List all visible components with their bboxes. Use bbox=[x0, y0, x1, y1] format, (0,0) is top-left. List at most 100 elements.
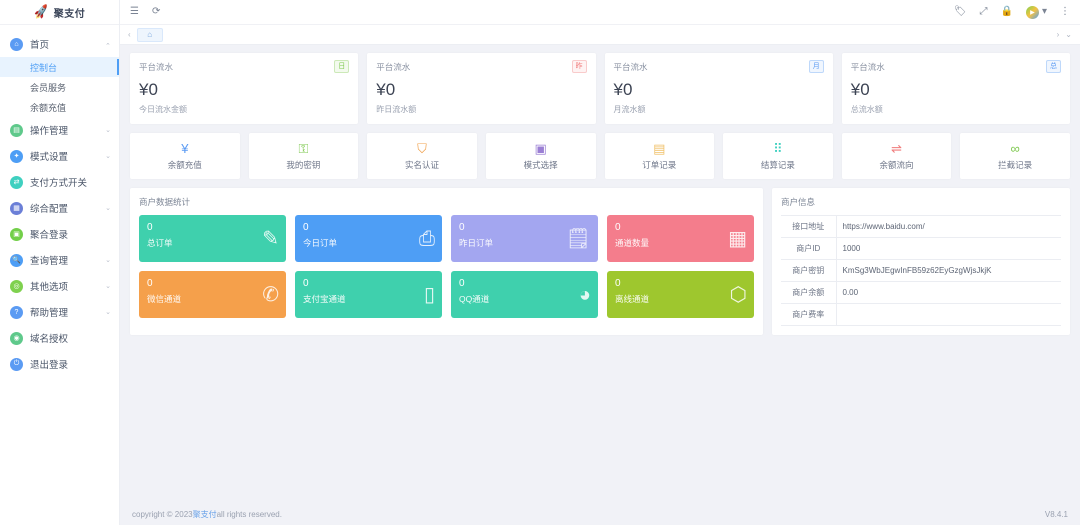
sidebar-item-label: 退出登录 bbox=[30, 357, 68, 371]
sidebar-subitem-0-0[interactable]: 控制台 bbox=[0, 57, 119, 77]
shortcut-label: 余额充值 bbox=[168, 159, 202, 171]
stat-tile[interactable]: 0今日订单⎙ bbox=[295, 215, 442, 262]
info-row-value: KmSg3WbJEgwInFB59z62EyGzgWjsJkjK bbox=[836, 260, 1061, 282]
merchant-stats-title: 商户数据统计 bbox=[139, 196, 754, 208]
sidebar-item-4[interactable]: ▦综合配置⌄ bbox=[0, 195, 119, 221]
rocket-icon: 🚀 bbox=[33, 5, 50, 19]
sidebar-item-label: 模式设置 bbox=[30, 149, 68, 163]
chevron-down-icon: ⌄ bbox=[105, 127, 111, 134]
key-icon: ⚿ bbox=[298, 142, 308, 155]
stat-tile-label: 离线通道 bbox=[615, 293, 746, 305]
shortcut-key[interactable]: ⚿ 我的密钥 bbox=[249, 133, 359, 179]
chevron-down-icon: ▾ bbox=[1042, 7, 1047, 17]
search-icon: 🔍 bbox=[10, 254, 23, 267]
stat-card: 平台流水昨¥0昨日流水额 bbox=[367, 53, 595, 124]
more-vertical-icon[interactable]: ⋮ bbox=[1060, 7, 1070, 17]
stat-card-header: 平台流水日 bbox=[139, 60, 349, 73]
home-icon: ⌂ bbox=[10, 38, 23, 51]
info-row-value: https://www.baidu.com/ bbox=[836, 216, 1061, 238]
stat-tile[interactable]: 0昨日订单🗒 bbox=[451, 215, 598, 262]
yen-circle-icon: ¥ bbox=[181, 142, 188, 155]
avatar: ▶ bbox=[1026, 6, 1039, 19]
sidebar-subitem-0-1[interactable]: 会员服务 bbox=[0, 77, 119, 97]
tag-icon[interactable]: 🏷 bbox=[954, 7, 967, 17]
merchant-info-table: 接口地址https://www.baidu.com/商户ID1000商户密钥Km… bbox=[781, 215, 1061, 326]
settings-icon: ▦ bbox=[10, 202, 23, 215]
stat-tile[interactable]: 0通道数量▦ bbox=[607, 215, 754, 262]
tab-home[interactable]: ⌂ bbox=[137, 28, 163, 42]
fullscreen-icon[interactable]: ⤢ bbox=[980, 7, 988, 17]
mode-icon: ✦ bbox=[10, 150, 23, 163]
qq-penguin-icon: ◕ bbox=[579, 285, 591, 305]
stat-tile[interactable]: 0 微信通道✆ bbox=[139, 271, 286, 318]
stat-card-row: 平台流水日¥0今日流水金额平台流水昨¥0昨日流水额平台流水月¥0月流水额平台流水… bbox=[130, 53, 1070, 124]
stat-card: 平台流水日¥0今日流水金额 bbox=[130, 53, 358, 124]
infinity-icon: ∞ bbox=[1011, 142, 1020, 155]
domain-auth-icon: ◉ bbox=[10, 332, 23, 345]
shortcut-infinity[interactable]: ∞拦截记录 bbox=[960, 133, 1070, 179]
help-icon: ? bbox=[10, 306, 23, 319]
shortcut-yen-circle[interactable]: ¥ 余额充值 bbox=[130, 133, 240, 179]
shortcut-label: 余额流向 bbox=[880, 159, 914, 171]
stat-tile-label: 微信通道 bbox=[147, 293, 278, 305]
sidebar-item-9[interactable]: ◉ 域名授权 bbox=[0, 325, 119, 351]
brand-name: 聚支付 bbox=[54, 5, 86, 20]
stat-tile-label: 通道数量 bbox=[615, 237, 746, 249]
sidebar-item-10[interactable]: ⏻退出登录 bbox=[0, 351, 119, 377]
sidebar-item-7[interactable]: ◎其他选项⌄ bbox=[0, 273, 119, 299]
status-badge: 昨 bbox=[572, 60, 587, 73]
info-row-key: 商户费率 bbox=[781, 304, 836, 326]
table-row: 商户费率 bbox=[781, 304, 1061, 326]
sidebar-item-2[interactable]: ✦ 模式设置 ⌄ bbox=[0, 143, 119, 169]
status-badge: 总 bbox=[1046, 60, 1061, 73]
sidebar-item-8[interactable]: ?帮助管理⌄ bbox=[0, 299, 119, 325]
sidebar-item-label: 操作管理 bbox=[30, 123, 68, 137]
sidebar-item-label: 其他选项 bbox=[30, 279, 68, 293]
footer-brand-link[interactable]: 聚支付 bbox=[193, 509, 217, 520]
sidebar-item-0[interactable]: ⌂首页⌄ bbox=[0, 31, 119, 57]
shortcut-label: 实名认证 bbox=[405, 159, 439, 171]
sidebar-item-5[interactable]: ▣ 聚合登录 bbox=[0, 221, 119, 247]
shortcut-grid-select[interactable]: ▣模式选择 bbox=[486, 133, 596, 179]
shortcut-dots-grid[interactable]: ⠿结算记录 bbox=[723, 133, 833, 179]
tab-dropdown-icon[interactable]: ⌄ bbox=[1065, 30, 1072, 39]
stat-tile-number: 0 bbox=[615, 222, 746, 233]
tab-forward-icon[interactable]: › bbox=[1057, 30, 1060, 39]
table-row: 接口地址https://www.baidu.com/ bbox=[781, 216, 1061, 238]
sidebar-subitem-0-2[interactable]: 余额充值 bbox=[0, 97, 119, 117]
status-badge: 日 bbox=[334, 60, 349, 73]
wechat-icon: ✆ bbox=[262, 285, 279, 305]
stat-card: 平台流水月¥0月流水额 bbox=[605, 53, 833, 124]
sidebar-item-1[interactable]: ▤操作管理⌄ bbox=[0, 117, 119, 143]
login-icon: ▣ bbox=[10, 228, 23, 241]
shortcut-sliders[interactable]: ⇌余额流向 bbox=[842, 133, 952, 179]
footer: copyright © 2023 聚支付 all rights reserved… bbox=[120, 503, 1080, 525]
lock-icon[interactable]: 🔒 bbox=[1001, 7, 1013, 17]
sidebar-item-3[interactable]: ⇄支付方式开关 bbox=[0, 169, 119, 195]
sidebar-item-label: 域名授权 bbox=[30, 331, 68, 345]
shortcut-label: 我的密钥 bbox=[286, 159, 320, 171]
document-icon: 🗒 bbox=[566, 229, 591, 249]
hamburger-icon[interactable]: ☰ bbox=[130, 7, 139, 17]
chevron-up-icon: ⌄ bbox=[105, 41, 111, 48]
sidebar-item-6[interactable]: 🔍查询管理⌄ bbox=[0, 247, 119, 273]
shortcut-clipboard[interactable]: ▤订单记录 bbox=[605, 133, 715, 179]
stat-tile[interactable]: 0离线通道⬡ bbox=[607, 271, 754, 318]
sidebar-item-label: 帮助管理 bbox=[30, 305, 68, 319]
stat-tile-number: 0 bbox=[147, 278, 278, 289]
shortcut-shield-check[interactable]: ⛉实名认证 bbox=[367, 133, 477, 179]
stat-tile[interactable]: 0支付宝通道▯ bbox=[295, 271, 442, 318]
stat-card-title: 平台流水 bbox=[614, 61, 648, 73]
tab-back-icon[interactable]: ‹ bbox=[128, 30, 131, 39]
chevron-down-icon: ⌄ bbox=[105, 153, 111, 160]
logo[interactable]: 🚀 聚支付 bbox=[0, 0, 119, 25]
sidebar-item-label: 聚合登录 bbox=[30, 227, 68, 241]
refresh-icon[interactable]: ⟳ bbox=[152, 7, 160, 17]
user-menu[interactable]: ▶ ▾ bbox=[1026, 6, 1047, 19]
stat-tile-number: 0 bbox=[615, 278, 746, 289]
table-row: 商户密钥KmSg3WbJEgwInFB59z62EyGzgWjsJkjK bbox=[781, 260, 1061, 282]
chevron-down-icon: ⌄ bbox=[105, 283, 111, 290]
chevron-down-icon: ⌄ bbox=[105, 205, 111, 212]
stat-tile[interactable]: 0QQ通道◕ bbox=[451, 271, 598, 318]
stat-tile[interactable]: 0总订单✎ bbox=[139, 215, 286, 262]
